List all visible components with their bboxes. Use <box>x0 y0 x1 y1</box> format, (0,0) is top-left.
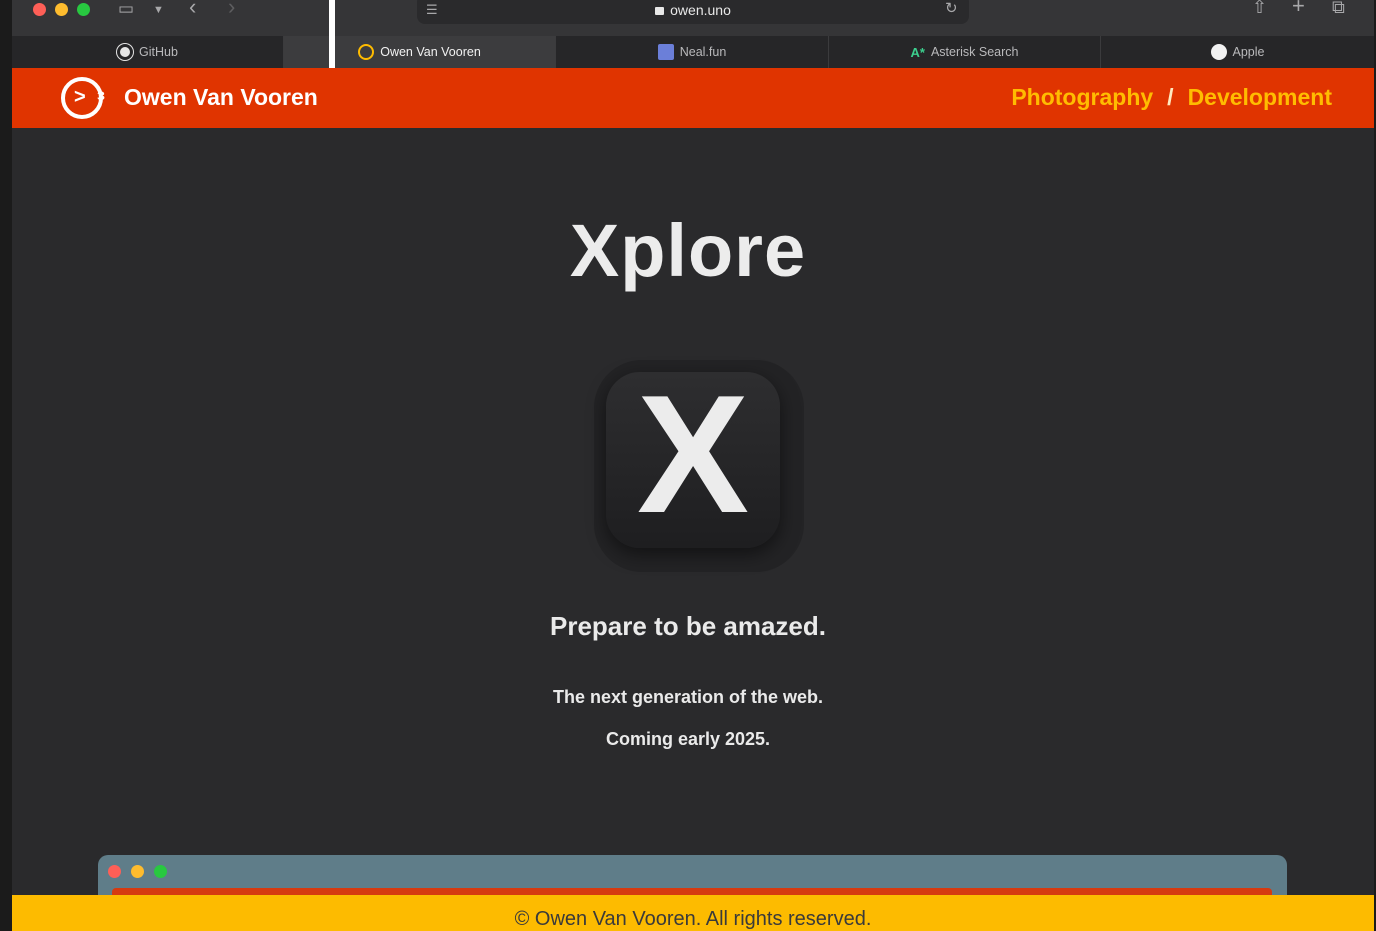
nav-development[interactable]: Development <box>1188 84 1332 110</box>
preview-close-dot <box>108 865 121 878</box>
forward-icon[interactable]: › <box>228 0 235 18</box>
address-bar[interactable]: ☰ owen.uno ↻ <box>417 0 969 24</box>
tab-label: GitHub <box>139 45 178 59</box>
subtitle-release-date: Coming early 2025. <box>605 729 771 749</box>
sidebar-icon[interactable]: ▭ <box>118 0 134 18</box>
minimize-window-button[interactable] <box>55 3 68 16</box>
tab-label: Owen Van Vooren <box>380 45 481 59</box>
tagline: Prepare to be amazed. <box>550 611 826 641</box>
close-window-button[interactable] <box>33 3 46 16</box>
site-footer: © Owen Van Vooren. All rights reserved. <box>12 895 1374 931</box>
tab-github[interactable]: GitHub <box>12 36 284 68</box>
url-display[interactable]: owen.uno <box>417 2 969 18</box>
app-icon-letter: X <box>636 360 750 548</box>
new-tab-icon[interactable]: + <box>1292 0 1305 17</box>
logo-tail-icon: ɜ <box>97 87 105 104</box>
asterisk-icon: A* <box>910 44 925 60</box>
site-name[interactable]: Owen Van Vooren <box>124 84 318 111</box>
site-nav: Photography / Development <box>1011 84 1332 111</box>
xplore-app-icon: X <box>606 364 780 548</box>
page-title: Xplore <box>569 209 807 292</box>
text-cursor-icon <box>316 0 348 76</box>
apple-icon <box>1210 44 1227 60</box>
window-edge <box>0 0 12 931</box>
github-icon <box>117 44 134 60</box>
chevron-down-icon[interactable]: ▼ <box>153 1 164 19</box>
share-icon[interactable]: ⇧ <box>1252 0 1267 16</box>
computer-icon <box>657 44 674 60</box>
tab-apple[interactable]: Apple <box>1101 36 1374 68</box>
lock-icon <box>655 7 665 15</box>
browser-toolbar: ▭ ▼ ‹ › ☰ owen.uno ↻ ⇧ + ⧉ <box>12 0 1374 36</box>
nav-photography[interactable]: Photography <box>1011 84 1153 110</box>
site-header: > ɜ Owen Van Vooren Photography / Developm… <box>12 68 1374 128</box>
nav-separator: / <box>1167 84 1174 110</box>
tab-strip: GitHub × Owen Van Vooren Neal.fun A* Ast… <box>12 36 1374 68</box>
copyright-text: © Owen Van Vooren. All rights reserved. <box>514 908 872 930</box>
zoom-window-button[interactable] <box>77 3 90 16</box>
reload-icon[interactable]: ↻ <box>945 0 958 18</box>
tab-neal-fun[interactable]: Neal.fun <box>556 36 829 68</box>
url-text: owen.uno <box>670 2 731 18</box>
tab-label: Neal.fun <box>679 45 727 59</box>
back-icon[interactable]: ‹ <box>189 0 196 18</box>
preview-zoom-dot <box>154 865 167 878</box>
tab-asterisk-search[interactable]: A* Asterisk Search <box>829 36 1101 68</box>
tab-label: Apple <box>1232 45 1265 59</box>
tab-overview-icon[interactable]: ⧉ <box>1332 0 1345 16</box>
preview-minimize-dot <box>131 865 144 878</box>
site-favicon-icon <box>358 44 375 60</box>
subtitle-generation: The next generation of the web. <box>552 687 824 707</box>
tab-label: Asterisk Search <box>930 45 1019 59</box>
